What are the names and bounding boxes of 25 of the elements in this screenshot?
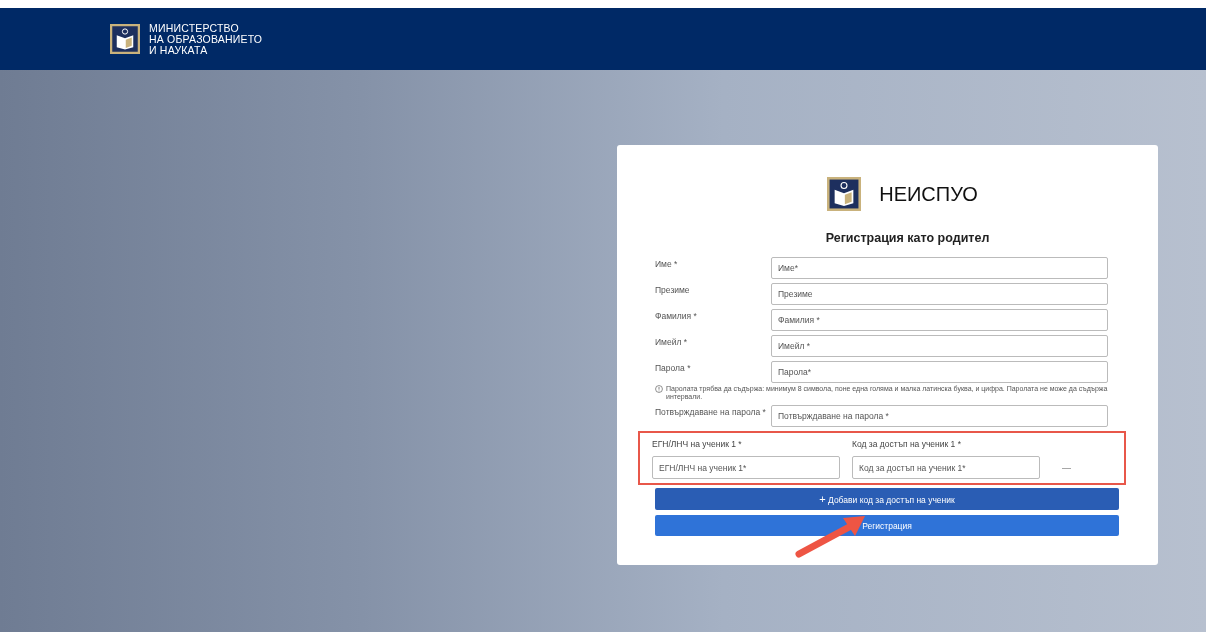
input-field[interactable]: Потвърждаване на парола * [771,405,1108,427]
input-field[interactable]: ЕГН/ЛНЧ на ученик 1* [652,456,840,479]
remove-button[interactable]: — [1062,462,1071,473]
input-field[interactable]: Име* [771,257,1108,279]
input-field[interactable]: Код за достъп на ученик 1* [852,456,1040,479]
book-logo-icon [110,24,140,54]
field-label: ЕГН/ЛНЧ на ученик 1 * [652,439,743,449]
form-title: Регистрация като родител [824,231,991,245]
info-icon [655,385,663,393]
field-label: Презиме [655,284,691,295]
input-field[interactable]: Презиме [771,283,1108,305]
field-label: Парола * [655,362,692,373]
field-label: Код за достъп на ученик 1 * [852,439,962,449]
ministry-name: МИНИСТЕРСТВО НА ОБРАЗОВАНИЕТО И НАУКАТА [149,22,263,56]
field-label: Потвърждаване на парола * [655,406,767,417]
add-code-button[interactable]: + Добави код за достъп на ученик [655,488,1119,510]
brand-name: НЕИСПУО [879,182,978,206]
input-field[interactable]: Фамилия * [771,309,1108,331]
book-logo-icon [827,177,862,211]
field-label: Имейл * [655,336,689,347]
field-label: Име * [655,258,679,269]
field-label: Фамилия * [655,310,698,321]
input-field[interactable]: Парола* [771,361,1108,383]
register-button[interactable]: Регистрация [655,515,1119,536]
input-field[interactable]: Имейл * [771,335,1108,357]
